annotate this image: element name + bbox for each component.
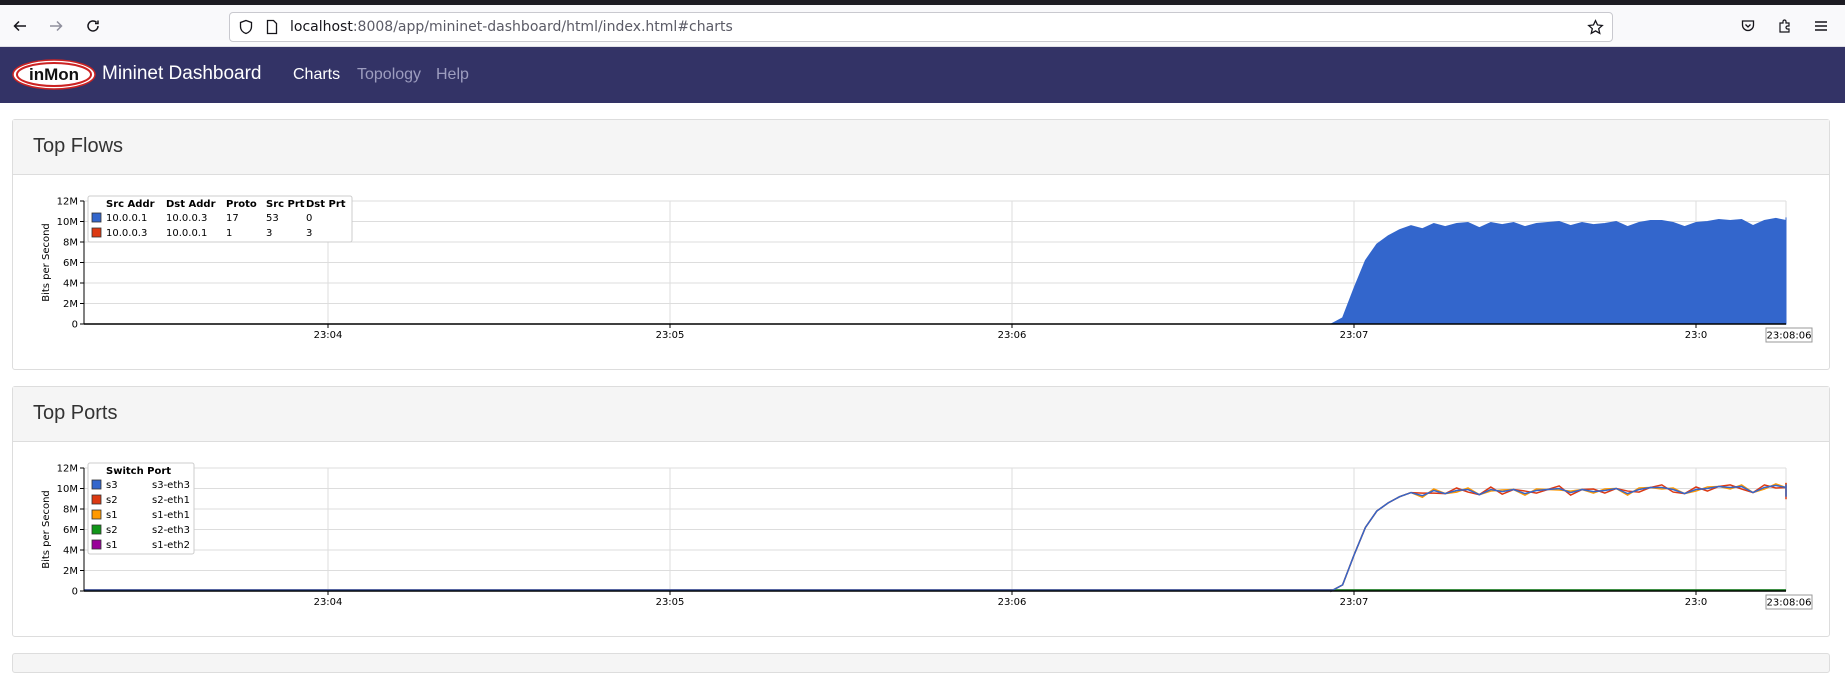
current-time-label: 23:08:06	[1767, 598, 1812, 609]
y-tick-label: 12M	[57, 197, 78, 208]
y-axis-label: Bits per Second	[41, 490, 52, 569]
x-tick-label: 23:0	[1685, 597, 1707, 608]
legend-header: Src Prt	[266, 199, 305, 210]
y-tick-label: 12M	[57, 464, 78, 475]
inmon-logo[interactable]: inMon	[12, 59, 96, 90]
x-tick-label: 23:07	[1340, 330, 1369, 341]
legend-cell: 10.0.0.3	[166, 213, 207, 224]
series-line	[84, 482, 1787, 593]
legend-cell: s2-eth3	[152, 525, 190, 536]
y-tick-label: 6M	[63, 258, 78, 269]
legend-cell: 3	[306, 228, 312, 239]
legend-cell: s1	[106, 540, 118, 551]
nav-topology[interactable]: Topology	[357, 66, 421, 84]
legend-cell: s3	[106, 480, 118, 491]
app-brand[interactable]: Mininet Dashboard	[102, 63, 261, 85]
y-tick-label: 10M	[57, 217, 78, 228]
x-tick-label: 23:06	[998, 330, 1027, 341]
series-line	[84, 484, 1787, 593]
legend-header: Dst Prt	[306, 199, 346, 210]
legend-cell: s1-eth1	[152, 510, 190, 521]
browser-toolbar: localhost:8008/app/mininet-dashboard/htm…	[0, 5, 1845, 47]
legend-cell: 3	[266, 228, 272, 239]
menu-icon[interactable]	[1809, 14, 1833, 38]
series-line	[84, 482, 1787, 593]
legend-header: Dst Addr	[166, 199, 216, 210]
legend-cell: 10.0.0.1	[166, 228, 207, 239]
top-flows-panel: Top Flows Bits per Second 0 2M 4M 6M 8M 10M 12M…	[12, 119, 1830, 370]
bookmark-star-icon[interactable]	[1587, 19, 1604, 40]
x-tick-label: 23:06	[998, 597, 1027, 608]
next-panel-edge	[12, 653, 1830, 673]
svg-text:inMon: inMon	[29, 65, 79, 84]
nav-charts[interactable]: Charts	[293, 66, 340, 84]
y-tick-label: 8M	[63, 238, 78, 249]
page-icon[interactable]	[264, 19, 280, 39]
shield-icon[interactable]	[238, 19, 254, 39]
extensions-icon[interactable]	[1773, 14, 1797, 38]
y-tick-label: 4M	[63, 546, 78, 557]
x-tick-label: 23:04	[314, 330, 343, 341]
legend-cell: s2	[106, 525, 118, 536]
legend-cell: s3-eth3	[152, 480, 190, 491]
legend-cell: s2	[106, 495, 118, 506]
legend-header: Src Addr	[106, 199, 155, 210]
x-tick-label: 23:05	[656, 597, 685, 608]
top-ports-panel: Top Ports Bits per Second 0 2M 4M 6M 8M 10M 12M…	[12, 386, 1830, 637]
y-tick-label: 0	[72, 320, 78, 331]
legend-cell: 10.0.0.3	[106, 228, 147, 239]
legend-swatch	[91, 524, 102, 535]
x-tick-label: 23:04	[314, 597, 343, 608]
top-ports-chart: Bits per Second 0 2M 4M 6M 8M 10M 12M 23:04 23:05…	[41, 462, 1813, 610]
app-navbar: inMon Mininet Dashboard Charts Topology …	[0, 47, 1845, 103]
y-axis-label: Bits per Second	[41, 223, 52, 302]
legend-swatch	[91, 479, 102, 490]
legend-header: Switch Port	[106, 466, 171, 477]
nav-help[interactable]: Help	[436, 66, 469, 84]
top-flows-chart: Bits per Second02M4M6M8M10M12M23:04 23:05…	[41, 195, 1813, 343]
legend-cell: 53	[266, 213, 279, 224]
legend-swatch	[91, 212, 102, 223]
legend-swatch	[91, 494, 102, 505]
x-tick-label: 23:0	[1685, 330, 1707, 341]
reload-icon[interactable]	[81, 14, 105, 38]
y-tick-label: 0	[72, 587, 78, 598]
legend-swatch	[91, 539, 102, 550]
y-tick-label: 2M	[63, 566, 78, 577]
legend-swatch	[91, 509, 102, 520]
legend-cell: 0	[306, 213, 312, 224]
legend-cell: s1-eth2	[152, 540, 190, 551]
y-tick-label: 10M	[57, 484, 78, 495]
forward-arrow-icon[interactable]	[44, 14, 68, 38]
url-text[interactable]: localhost:8008/app/mininet-dashboard/htm…	[290, 19, 733, 35]
y-tick-label: 6M	[63, 525, 78, 536]
y-tick-label: 4M	[63, 279, 78, 290]
current-time-label: 23:08:06	[1767, 331, 1812, 342]
legend-swatch	[91, 227, 102, 238]
y-tick-label: 2M	[63, 299, 78, 310]
y-tick-label: 8M	[63, 505, 78, 516]
legend-cell: s2-eth1	[152, 495, 190, 506]
legend-cell: 17	[226, 213, 239, 224]
address-bar[interactable]: localhost:8008/app/mininet-dashboard/htm…	[229, 12, 1613, 42]
legend-cell: s1	[106, 510, 118, 521]
series-area	[1330, 217, 1787, 325]
legend-header: Proto	[226, 199, 257, 210]
legend-cell: 1	[226, 228, 232, 239]
pocket-icon[interactable]	[1736, 14, 1760, 38]
legend-cell: 10.0.0.1	[106, 213, 147, 224]
x-tick-label: 23:07	[1340, 597, 1369, 608]
back-arrow-icon[interactable]	[8, 14, 32, 38]
x-tick-label: 23:05	[656, 330, 685, 341]
